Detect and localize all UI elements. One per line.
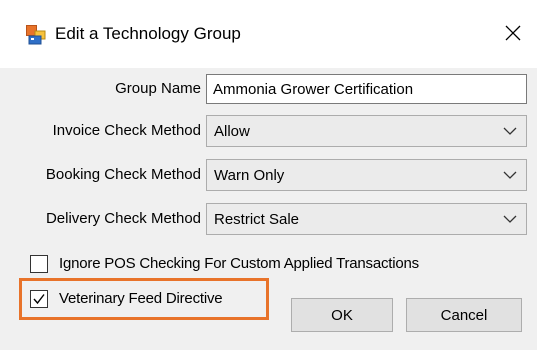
edit-technology-group-dialog: Edit a Technology Group Group Name Invoi… [0, 0, 537, 350]
delivery-check-method-select[interactable]: Restrict Sale [206, 203, 527, 235]
chevron-down-icon [503, 127, 517, 135]
ignore-pos-checking-option[interactable]: Ignore POS Checking For Custom Applied T… [30, 254, 419, 274]
invoice-check-method-value: Allow [214, 123, 250, 140]
title-bar: Edit a Technology Group [0, 0, 537, 68]
window-app-icon [26, 25, 46, 45]
delivery-check-method-label: Delivery Check Method [45, 210, 201, 227]
close-icon [505, 25, 521, 41]
chevron-down-icon [503, 171, 517, 179]
delivery-check-method-value: Restrict Sale [214, 211, 300, 228]
booking-check-method-select[interactable]: Warn Only [206, 159, 527, 191]
veterinary-feed-directive-option[interactable]: Veterinary Feed Directive [30, 289, 223, 309]
group-name-input[interactable] [206, 74, 527, 104]
ignore-pos-checking-label: Ignore POS Checking For Custom Applied T… [59, 255, 419, 272]
invoice-check-method-select[interactable]: Allow [206, 115, 527, 147]
close-button[interactable] [498, 18, 528, 48]
chevron-down-icon [503, 215, 517, 223]
booking-check-method-value: Warn Only [214, 167, 285, 184]
veterinary-feed-directive-checkbox[interactable] [30, 290, 48, 308]
cancel-button[interactable]: Cancel [406, 298, 522, 332]
ignore-pos-checking-checkbox[interactable] [30, 255, 48, 273]
veterinary-feed-directive-label: Veterinary Feed Directive [59, 290, 223, 307]
ok-button[interactable]: OK [291, 298, 393, 332]
invoice-check-method-label: Invoice Check Method [52, 122, 201, 139]
group-name-label: Group Name [115, 80, 201, 97]
checkmark-icon [33, 294, 45, 305]
dialog-title: Edit a Technology Group [55, 24, 241, 43]
booking-check-method-label: Booking Check Method [45, 166, 201, 183]
